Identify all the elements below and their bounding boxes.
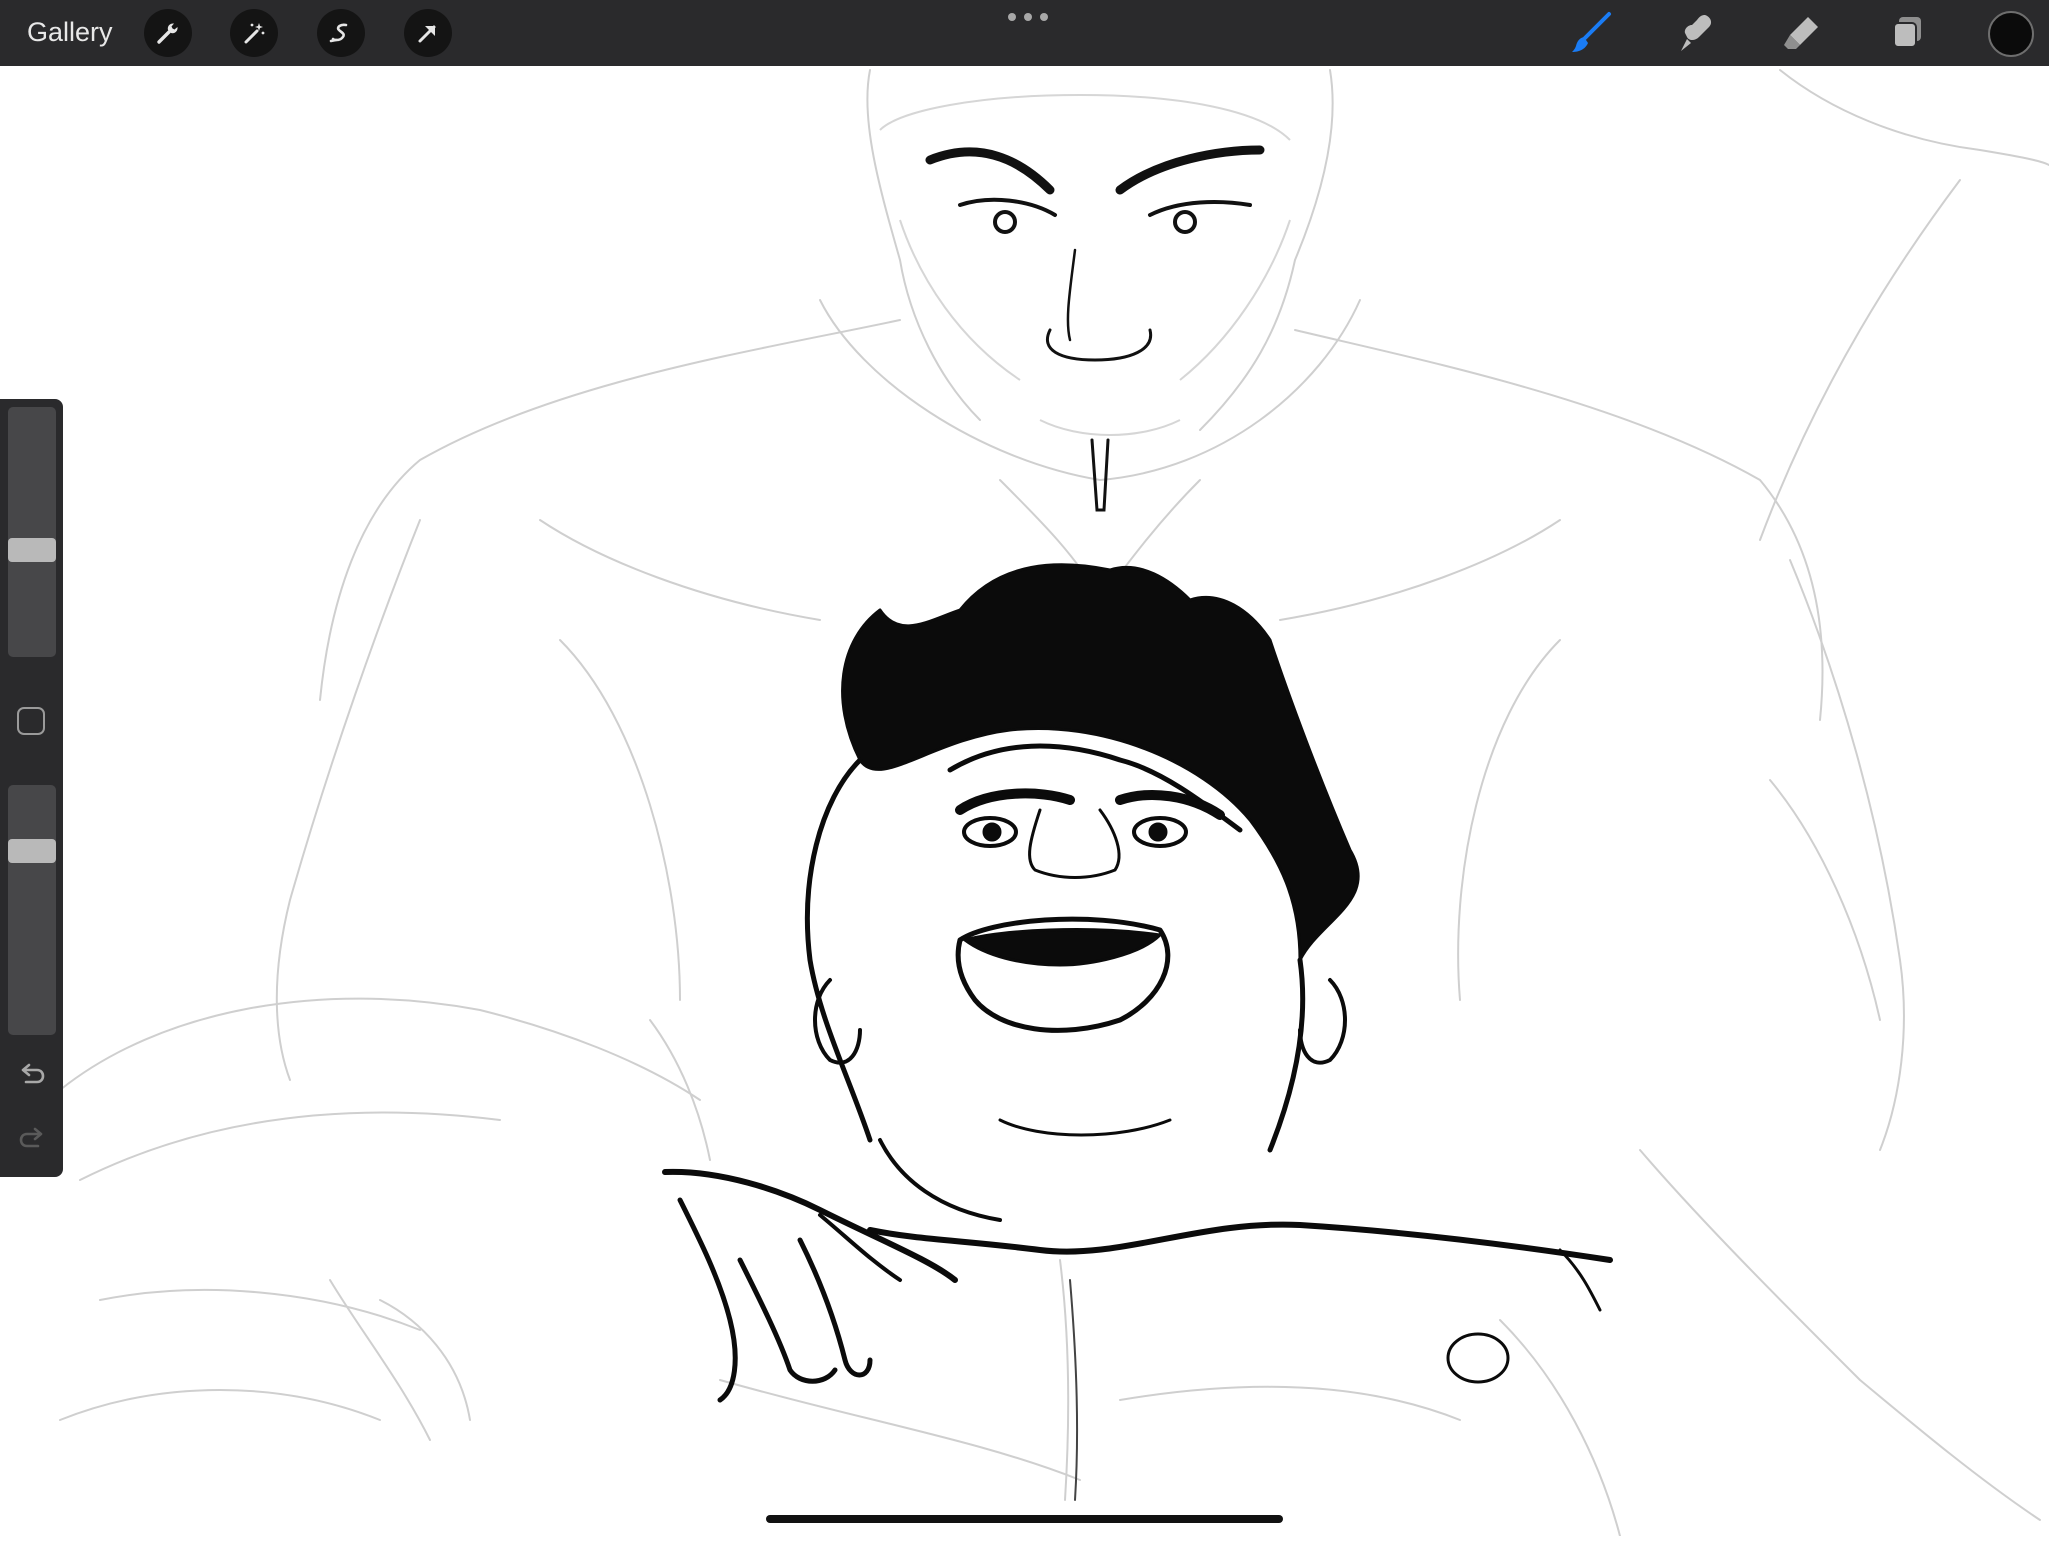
left-sidebar bbox=[0, 399, 63, 1177]
selection-button[interactable] bbox=[317, 9, 365, 57]
transform-arrow-icon bbox=[418, 25, 436, 43]
color-swatch-button[interactable] bbox=[1988, 11, 2034, 57]
opacity-slider-thumb[interactable] bbox=[8, 839, 56, 863]
home-indicator[interactable] bbox=[766, 1515, 1283, 1523]
eraser-tool-button[interactable] bbox=[1777, 8, 1827, 58]
selection-icon bbox=[329, 23, 348, 43]
dot-icon bbox=[1040, 13, 1048, 21]
upper-face-sketch bbox=[879, 93, 1291, 436]
dot-icon bbox=[1008, 13, 1016, 21]
wrench-icon bbox=[157, 23, 178, 44]
redo-button[interactable] bbox=[14, 1121, 50, 1157]
drawing-canvas[interactable] bbox=[0, 66, 2049, 1537]
smudge-icon bbox=[1681, 15, 1712, 51]
transform-button[interactable] bbox=[404, 9, 452, 57]
modify-button[interactable] bbox=[17, 707, 45, 735]
redo-icon bbox=[19, 1127, 43, 1148]
smudge-tool-button[interactable] bbox=[1672, 8, 1722, 58]
eraser-icon bbox=[1784, 17, 1818, 49]
top-toolbar: Gallery bbox=[0, 0, 2049, 66]
layers-icon bbox=[1893, 17, 1921, 48]
layers-tool-button[interactable] bbox=[1882, 8, 1932, 58]
adjustments-button[interactable] bbox=[230, 9, 278, 57]
undo-button[interactable] bbox=[14, 1057, 50, 1093]
upper-face-ink bbox=[925, 145, 1265, 512]
sketch-layer bbox=[59, 69, 2049, 1537]
dot-icon bbox=[1024, 13, 1032, 21]
brush-size-slider-thumb[interactable] bbox=[8, 538, 56, 562]
magic-wand-icon bbox=[244, 23, 265, 44]
artwork bbox=[59, 69, 2049, 1537]
lower-figure-ink bbox=[662, 563, 1613, 1501]
opacity-slider[interactable] bbox=[8, 785, 56, 1035]
undo-icon bbox=[21, 1063, 45, 1084]
brush-size-slider[interactable] bbox=[8, 407, 56, 657]
gallery-button[interactable]: Gallery bbox=[27, 17, 113, 48]
brush-icon bbox=[1572, 12, 1611, 52]
actions-button[interactable] bbox=[144, 9, 192, 57]
more-options-button[interactable] bbox=[1008, 8, 1048, 26]
brush-tool-button[interactable] bbox=[1567, 8, 1617, 58]
